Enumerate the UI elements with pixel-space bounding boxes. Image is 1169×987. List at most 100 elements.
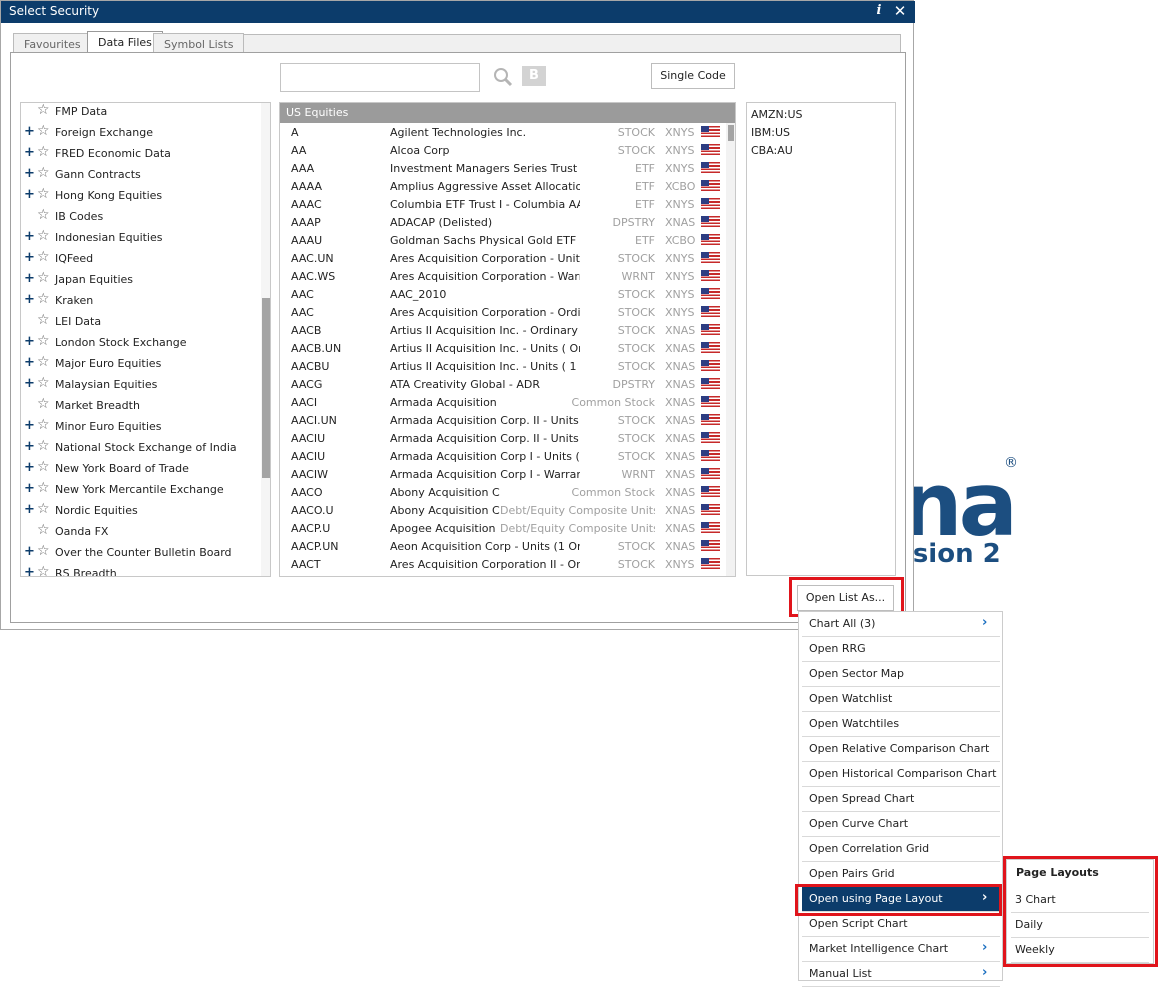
menu-item[interactable]: Open Sector Map [802, 662, 1000, 687]
selected-symbol[interactable]: AMZN:US [751, 108, 803, 121]
star-icon[interactable]: ☆ [37, 501, 50, 517]
expand-icon[interactable]: + [24, 460, 35, 475]
list-scrollbar[interactable] [726, 123, 735, 576]
table-row[interactable]: AACBU Artius II Acquisition Inc. - Units … [280, 358, 735, 376]
tree-item[interactable]: + ☆ IQFeed [21, 249, 261, 270]
info-icon[interactable]: i [873, 3, 885, 19]
star-icon[interactable]: ☆ [37, 375, 50, 391]
single-code-button[interactable]: Single Code [651, 63, 735, 89]
tab-symbol-lists[interactable]: Symbol Lists [153, 33, 245, 53]
tree-item[interactable]: + ☆ Over the Counter Bulletin Board [21, 543, 261, 564]
tree-item[interactable]: ☆ FMP Data [21, 103, 261, 123]
star-icon[interactable]: ☆ [37, 564, 50, 576]
table-row[interactable]: AACIU Armada Acquisition Corp I - Units (… [280, 448, 735, 466]
menu-item[interactable]: Manual List › [802, 962, 1000, 987]
expand-icon[interactable]: + [24, 502, 35, 517]
star-icon[interactable]: ☆ [37, 165, 50, 181]
tree-item[interactable]: + ☆ Kraken [21, 291, 261, 312]
star-icon[interactable]: ☆ [37, 123, 50, 139]
tree-item[interactable]: ☆ Market Breadth [21, 396, 261, 417]
star-icon[interactable]: ☆ [37, 417, 50, 433]
menu-item[interactable]: Open Curve Chart [802, 812, 1000, 837]
menu-item[interactable]: Open Historical Comparison Chart [802, 762, 1000, 787]
expand-icon[interactable]: + [24, 166, 35, 181]
table-row[interactable]: AAAC Columbia ETF Trust I - Columbia AAA … [280, 196, 735, 214]
tree-item[interactable]: + ☆ New York Mercantile Exchange [21, 480, 261, 501]
tree-item[interactable]: + ☆ Minor Euro Equities [21, 417, 261, 438]
close-icon[interactable]: ✕ [891, 2, 909, 20]
menu-item[interactable]: Open Watchtiles [802, 712, 1000, 737]
menu-item[interactable]: Open RRG [802, 637, 1000, 662]
tree-item[interactable]: + ☆ RS Breadth [21, 564, 261, 576]
star-icon[interactable]: ☆ [37, 312, 50, 328]
table-row[interactable]: AACO.U Abony Acquisition C Debt/Equity Com… [280, 502, 735, 520]
expand-icon[interactable]: + [24, 418, 35, 433]
tree-item[interactable]: + ☆ Malaysian Equities [21, 375, 261, 396]
menu-item[interactable]: Open Relative Comparison Chart [802, 737, 1000, 762]
expand-icon[interactable]: + [24, 187, 35, 202]
expand-icon[interactable]: + [24, 565, 35, 576]
table-row[interactable]: AACIU Armada Acquisition Corp. II - Units… [280, 430, 735, 448]
menu-item[interactable]: Chart All (3) › [802, 612, 1000, 637]
expand-icon[interactable]: + [24, 229, 35, 244]
star-icon[interactable]: ☆ [37, 207, 50, 223]
search-input[interactable] [280, 63, 480, 92]
tree-item[interactable]: + ☆ FRED Economic Data [21, 144, 261, 165]
star-icon[interactable]: ☆ [37, 459, 50, 475]
tree-item[interactable]: + ☆ Major Euro Equities [21, 354, 261, 375]
star-icon[interactable]: ☆ [37, 543, 50, 559]
tree-item[interactable]: + ☆ National Stock Exchange of India [21, 438, 261, 459]
tree-item[interactable]: + ☆ Japan Equities [21, 270, 261, 291]
table-row[interactable]: AACT Ares Acquisition Corporation II - Or… [280, 556, 735, 574]
tab-data-files[interactable]: Data Files [87, 31, 163, 54]
table-row[interactable]: AAA Investment Managers Series Trust II -… [280, 160, 735, 178]
table-row[interactable]: AACIW Armada Acquisition Corp I - Warrant… [280, 466, 735, 484]
table-row[interactable]: AACP.UN Aeon Acquisition Corp - Units (1 … [280, 538, 735, 556]
open-list-as-button[interactable]: Open List As... [797, 585, 894, 611]
expand-icon[interactable]: + [24, 145, 35, 160]
table-row[interactable]: A Agilent Technologies Inc. STOCK XNYS [280, 124, 735, 142]
star-icon[interactable]: ☆ [37, 144, 50, 160]
star-icon[interactable]: ☆ [37, 333, 50, 349]
expand-icon[interactable]: + [24, 481, 35, 496]
menu-item[interactable]: Open Spread Chart [802, 787, 1000, 812]
tree-item[interactable]: + ☆ Foreign Exchange [21, 123, 261, 144]
tree-item[interactable]: + ☆ Nordic Equities [21, 501, 261, 522]
expand-icon[interactable]: + [24, 124, 35, 139]
tree-item[interactable]: ☆ Oanda FX [21, 522, 261, 543]
table-row[interactable]: AAAA Amplius Aggressive Asset Allocation … [280, 178, 735, 196]
table-row[interactable]: AACP.U Apogee Acquisition Debt/Equity Comp… [280, 520, 735, 538]
tree-item[interactable]: ☆ IB Codes [21, 207, 261, 228]
tree-scrollbar[interactable] [261, 103, 270, 576]
tree-item[interactable]: + ☆ Gann Contracts [21, 165, 261, 186]
table-row[interactable]: AAAP ADACAP (Delisted) DPSTRY XNAS [280, 214, 735, 232]
table-row[interactable]: AACB.UN Artius II Acquisition Inc. - Unit… [280, 340, 735, 358]
tree-item[interactable]: ☆ LEI Data [21, 312, 261, 333]
star-icon[interactable]: ☆ [37, 522, 50, 538]
star-icon[interactable]: ☆ [37, 438, 50, 454]
expand-icon[interactable]: + [24, 376, 35, 391]
tree-item[interactable]: + ☆ Hong Kong Equities [21, 186, 261, 207]
star-icon[interactable]: ☆ [37, 396, 50, 412]
star-icon[interactable]: ☆ [37, 103, 50, 118]
table-row[interactable]: AACI.UN Armada Acquisition Corp. II - Uni… [280, 412, 735, 430]
table-row[interactable]: AACG ATA Creativity Global - ADR DPSTRY XNA… [280, 376, 735, 394]
expand-icon[interactable]: + [24, 544, 35, 559]
expand-icon[interactable]: + [24, 439, 35, 454]
menu-item[interactable]: Market Intelligence Chart › [802, 937, 1000, 962]
tab-favourites[interactable]: Favourites [13, 33, 92, 53]
expand-icon[interactable]: + [24, 250, 35, 265]
table-row[interactable]: AAAU Goldman Sachs Physical Gold ETF ETF XC… [280, 232, 735, 250]
table-row[interactable]: AA Alcoa Corp STOCK XNYS [280, 142, 735, 160]
table-row[interactable]: AACB Artius II Acquisition Inc. - Ordinar… [280, 322, 735, 340]
star-icon[interactable]: ☆ [37, 186, 50, 202]
star-icon[interactable]: ☆ [37, 228, 50, 244]
tree-item[interactable]: + ☆ New York Board of Trade [21, 459, 261, 480]
selected-symbol[interactable]: CBA:AU [751, 144, 793, 157]
tree-item[interactable]: + ☆ London Stock Exchange [21, 333, 261, 354]
selected-symbol[interactable]: IBM:US [751, 126, 790, 139]
expand-icon[interactable]: + [24, 271, 35, 286]
b-icon[interactable]: B [522, 66, 546, 86]
star-icon[interactable]: ☆ [37, 480, 50, 496]
star-icon[interactable]: ☆ [37, 249, 50, 265]
